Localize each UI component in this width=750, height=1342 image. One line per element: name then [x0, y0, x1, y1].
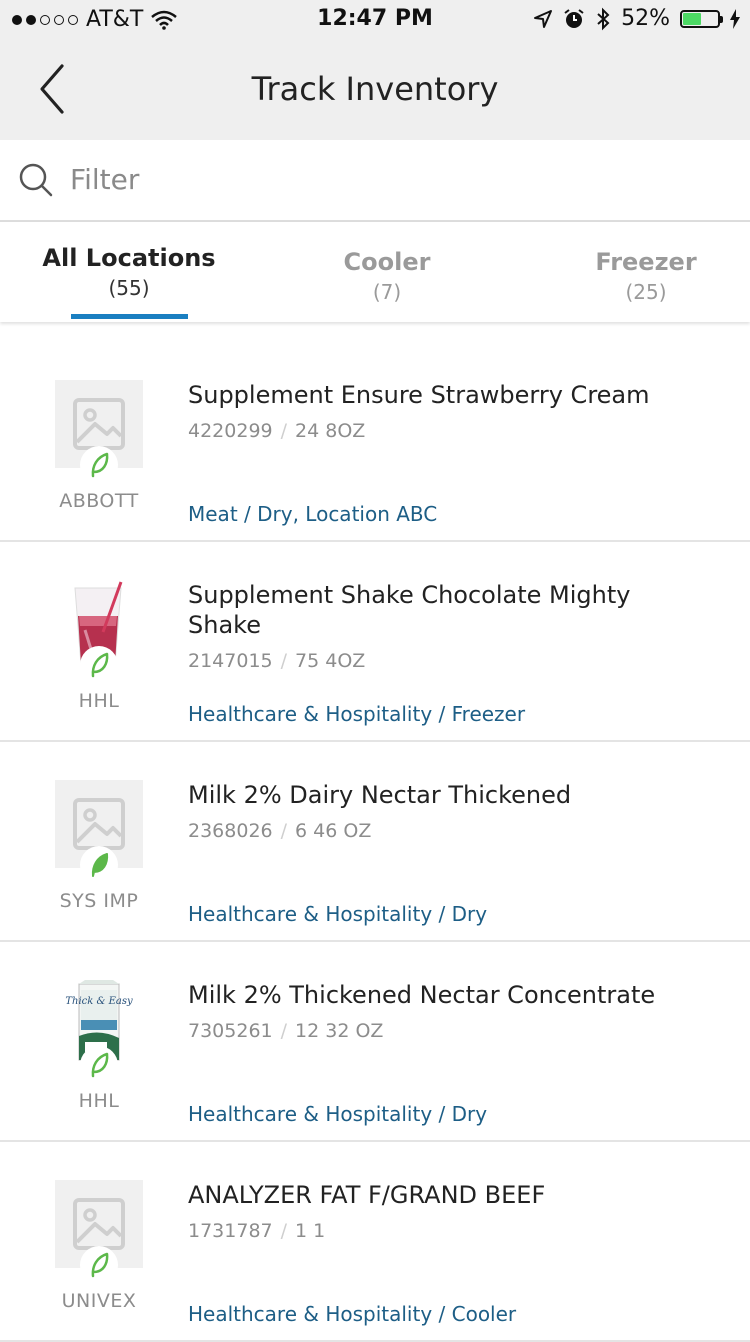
- location-arrow-icon: [534, 9, 553, 28]
- brand-label: UNIVEX: [61, 1290, 137, 1312]
- product-name: Supplement Ensure Strawberry Cream: [188, 381, 650, 409]
- location-link[interactable]: Healthcare & Hospitality / Cooler: [188, 1302, 516, 1326]
- charging-bolt-icon: [730, 8, 740, 29]
- product-code: 2368026: [188, 820, 273, 842]
- product-size: 24 8OZ: [295, 420, 366, 442]
- carton-text: Thick & Easy: [65, 996, 133, 1007]
- tab-all-locations[interactable]: All Locations (55): [4, 244, 254, 300]
- brand-label: HHL: [78, 1090, 120, 1112]
- product-name: ANALYZER FAT F/GRAND BEEF: [188, 1181, 546, 1209]
- product-meta: 2147015 / 75 4OZ: [188, 650, 365, 672]
- product-meta: 1731787 / 1 1: [188, 1220, 325, 1242]
- filter-bar: [0, 140, 750, 222]
- location-link[interactable]: Healthcare & Hospitality / Dry: [188, 1102, 487, 1126]
- tab-count: (55): [108, 276, 150, 300]
- tab-count: (7): [372, 280, 402, 304]
- product-name: Milk 2% Dairy Nectar Thickened: [188, 781, 572, 809]
- product-size: 75 4OZ: [295, 650, 366, 672]
- leaf-icon: [80, 1046, 118, 1084]
- status-bar: AT&T 12:47 PM 52%: [0, 0, 750, 40]
- brand-label: SYS IMP: [59, 890, 139, 912]
- inventory-item[interactable]: UNIVEX ANALYZER FAT F/GRAND BEEF 1731787…: [0, 1142, 750, 1342]
- alarm-icon: [564, 8, 584, 28]
- product-meta: 7305261 / 12 32 OZ: [188, 1020, 383, 1042]
- bluetooth-icon: [597, 7, 610, 30]
- brand-label: ABBOTT: [59, 490, 139, 512]
- separator: /: [280, 420, 288, 442]
- location-link[interactable]: Meat / Dry, Location ABC: [188, 502, 437, 526]
- leaf-icon: [80, 1246, 118, 1284]
- page-title: Track Inventory: [251, 70, 499, 108]
- navigation-bar: Track Inventory: [0, 40, 750, 140]
- product-code: 4220299: [188, 420, 273, 442]
- product-size: 1 1: [295, 1220, 326, 1242]
- inventory-item[interactable]: SYS IMP Milk 2% Dairy Nectar Thickened 2…: [0, 742, 750, 942]
- product-meta: 4220299 / 24 8OZ: [188, 420, 365, 442]
- inventory-item[interactable]: HHL Supplement Shake Chocolate Mighty Sh…: [0, 542, 750, 742]
- tab-label: Cooler: [343, 248, 431, 276]
- inventory-item[interactable]: ABBOTT Supplement Ensure Strawberry Crea…: [0, 342, 750, 542]
- battery-fill: [683, 12, 701, 25]
- search-icon: [19, 163, 53, 197]
- status-right: 52%: [533, 6, 740, 31]
- separator: /: [280, 650, 288, 672]
- location-link[interactable]: Healthcare & Hospitality / Freezer: [188, 702, 525, 726]
- product-size: 12 32 OZ: [295, 1020, 384, 1042]
- battery-percent: 52%: [621, 6, 670, 31]
- product-meta: 2368026 / 6 46 OZ: [188, 820, 371, 842]
- separator: /: [280, 820, 288, 842]
- tab-freezer[interactable]: Freezer (25): [521, 248, 750, 304]
- tab-label: All Locations: [42, 244, 216, 272]
- tab-count: (25): [625, 280, 667, 304]
- inventory-item[interactable]: Thick & Easy HHL Milk 2% Thickened Necta…: [0, 942, 750, 1142]
- separator: /: [280, 1020, 288, 1042]
- filter-input[interactable]: [70, 154, 710, 204]
- leaf-icon: [80, 846, 118, 884]
- tab-cooler[interactable]: Cooler (7): [262, 248, 512, 304]
- product-code: 1731787: [188, 1220, 273, 1242]
- location-link[interactable]: Healthcare & Hospitality / Dry: [188, 902, 487, 926]
- brand-label: HHL: [78, 690, 120, 712]
- location-tabs: All Locations (55) Cooler (7) Freezer (2…: [0, 222, 750, 322]
- product-size: 6 46 OZ: [295, 820, 372, 842]
- product-name: Milk 2% Thickened Nectar Concentrate: [188, 981, 656, 1009]
- inventory-list: ABBOTT Supplement Ensure Strawberry Crea…: [0, 342, 750, 1342]
- leaf-icon: [80, 446, 118, 484]
- active-tab-indicator: [71, 314, 188, 319]
- separator: /: [280, 1220, 288, 1242]
- product-code: 7305261: [188, 1020, 273, 1042]
- leaf-icon: [80, 646, 118, 684]
- product-code: 2147015: [188, 650, 273, 672]
- battery-icon: [680, 9, 723, 28]
- product-name: Supplement Shake Chocolate Mighty Shake: [188, 581, 631, 639]
- tab-label: Freezer: [595, 248, 697, 276]
